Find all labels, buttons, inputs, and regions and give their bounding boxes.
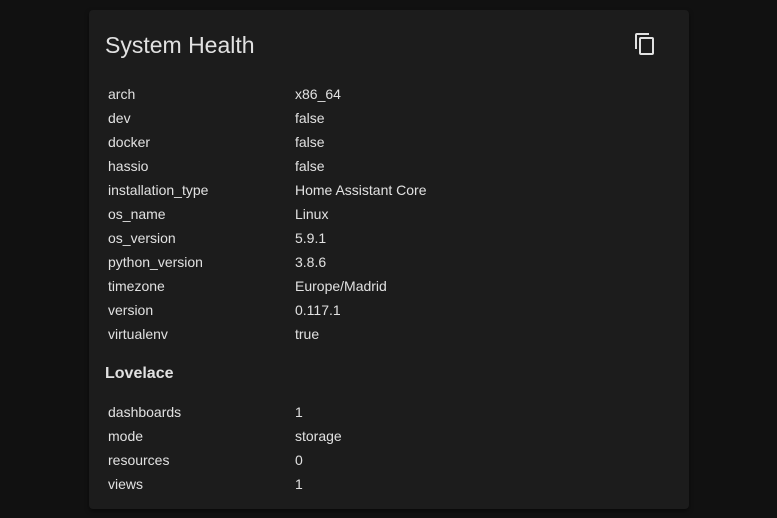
row-value: true [295, 326, 320, 342]
row-key: docker [108, 134, 151, 150]
system-health-card: System Health arch x86_64 dev false dock… [89, 10, 689, 509]
row-value: 3.8.6 [295, 254, 327, 270]
table-row: timezone Europe/Madrid [105, 274, 598, 298]
row-key: os_name [108, 206, 166, 222]
row-key: dashboards [108, 404, 182, 420]
row-key: os_version [108, 230, 176, 246]
row-key: dev [108, 110, 131, 126]
table-row: installation_type Home Assistant Core [105, 178, 598, 202]
table-row: os_version 5.9.1 [105, 226, 598, 250]
row-key: version [108, 302, 154, 318]
row-key: mode [108, 428, 144, 444]
lovelace-info-table: dashboards 1 mode storage resources 0 vi… [105, 400, 598, 496]
table-row: dev false [105, 106, 598, 130]
table-row: dashboards 1 [105, 400, 598, 424]
table-row: mode storage [105, 424, 598, 448]
table-row: python_version 3.8.6 [105, 250, 598, 274]
row-value: Europe/Madrid [295, 278, 387, 294]
table-row: virtualenv true [105, 322, 598, 346]
row-key: installation_type [108, 182, 209, 198]
row-key: python_version [108, 254, 203, 270]
row-key: hassio [108, 158, 149, 174]
row-value: false [295, 158, 325, 174]
card-header: System Health [105, 10, 673, 82]
row-value: false [295, 134, 325, 150]
row-value: Linux [295, 206, 329, 222]
row-key: virtualenv [108, 326, 168, 342]
table-row: hassio false [105, 154, 598, 178]
lovelace-section-title: Lovelace [105, 365, 174, 382]
table-row: arch x86_64 [105, 82, 598, 106]
row-value: Home Assistant Core [295, 182, 427, 198]
system-info-table: arch x86_64 dev false docker false hassi… [105, 82, 598, 346]
row-value: 1 [295, 404, 303, 420]
table-row: docker false [105, 130, 598, 154]
table-row: views 1 [105, 472, 598, 496]
row-value: 0 [295, 452, 303, 468]
row-value: 1 [295, 476, 303, 492]
row-value: false [295, 110, 325, 126]
row-value: storage [295, 428, 342, 444]
row-key: timezone [108, 278, 165, 294]
table-row: resources 0 [105, 448, 598, 472]
row-key: resources [108, 452, 170, 468]
row-value: 0.117.1 [295, 302, 341, 318]
row-key: views [108, 476, 144, 492]
content-copy-icon [635, 33, 654, 55]
row-value: x86_64 [295, 86, 341, 102]
row-key: arch [108, 86, 136, 102]
copy-button[interactable] [633, 32, 657, 56]
card-title: System Health [105, 32, 255, 58]
table-row: os_name Linux [105, 202, 598, 226]
row-value: 5.9.1 [295, 230, 327, 246]
table-row: version 0.117.1 [105, 298, 598, 322]
